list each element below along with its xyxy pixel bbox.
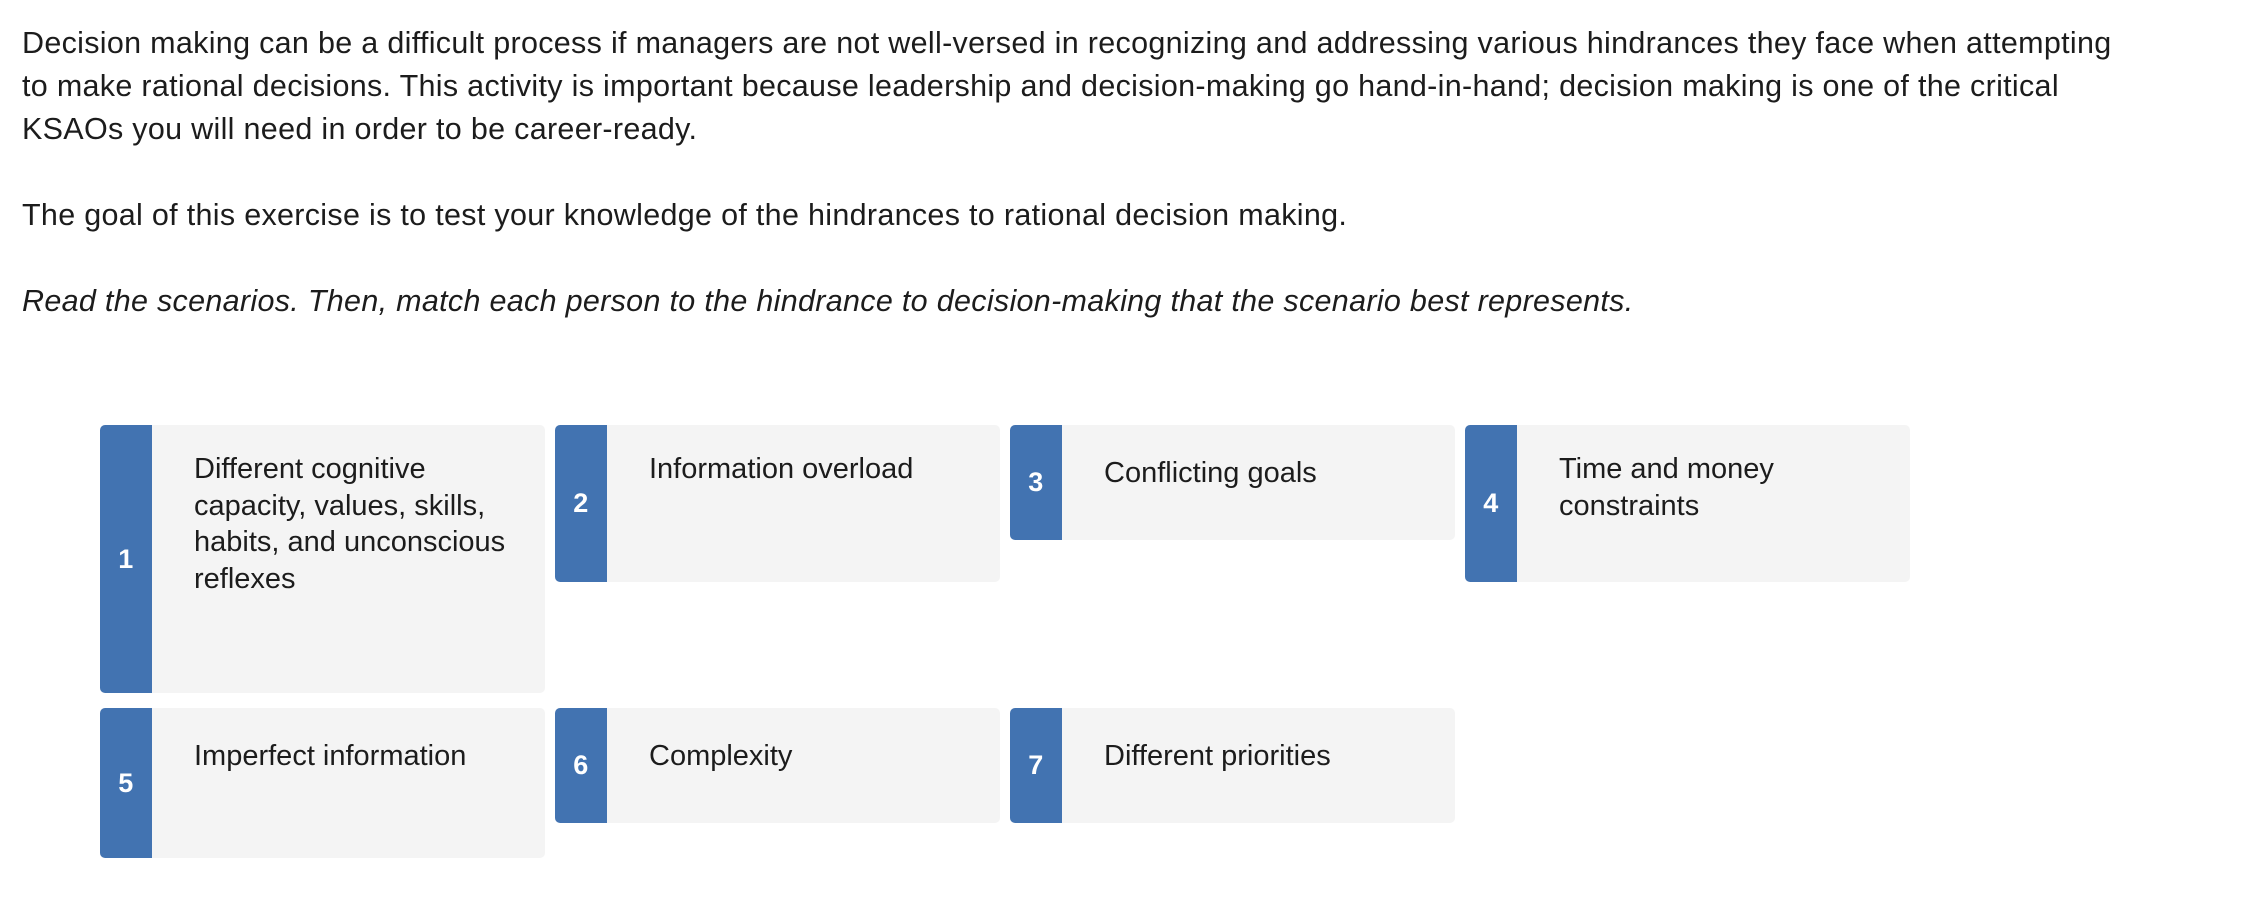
card-label-3: Conflicting goals: [1062, 425, 1455, 540]
hindrance-card-4[interactable]: 4 Time and money constraints: [1465, 425, 1910, 582]
card-number-badge-4: 4: [1465, 425, 1517, 582]
exercise-page: Decision making can be a difficult proce…: [0, 0, 2254, 902]
card-row-1: 1 Different cognitive capacity, values, …: [100, 425, 2140, 693]
card-label-1: Different cognitive capacity, values, sk…: [152, 425, 545, 693]
card-number-badge-7: 7: [1010, 708, 1062, 823]
card-label-4: Time and money constraints: [1517, 425, 1910, 582]
hindrance-card-6[interactable]: 6 Complexity: [555, 708, 1000, 823]
hindrance-card-1[interactable]: 1 Different cognitive capacity, values, …: [100, 425, 545, 693]
intro-paragraph-2: The goal of this exercise is to test you…: [22, 198, 1348, 232]
intro-text-block: Decision making can be a difficult proce…: [22, 22, 2232, 323]
hindrance-card-grid: 1 Different cognitive capacity, values, …: [100, 425, 2140, 858]
intro-instruction: Read the scenarios. Then, match each per…: [22, 284, 1634, 318]
hindrance-card-2[interactable]: 2 Information overload: [555, 425, 1000, 582]
card-number-badge-2: 2: [555, 425, 607, 582]
hindrance-card-7[interactable]: 7 Different priorities: [1010, 708, 1455, 823]
card-row-2: 5 Imperfect information 6 Complexity 7 D…: [100, 708, 2140, 858]
intro-paragraph-1: Decision making can be a difficult proce…: [22, 22, 2232, 151]
card-label-7: Different priorities: [1062, 708, 1455, 823]
intro-paragraph-1-line-1: Decision making can be a difficult proce…: [22, 26, 2112, 60]
card-number-badge-5: 5: [100, 708, 152, 858]
card-label-6: Complexity: [607, 708, 1000, 823]
hindrance-card-3[interactable]: 3 Conflicting goals: [1010, 425, 1455, 540]
card-label-2: Information overload: [607, 425, 1000, 582]
intro-paragraph-1-line-2: to make rational decisions. This activit…: [22, 69, 2059, 103]
intro-paragraph-1-line-3: KSAOs you will need in order to be caree…: [22, 112, 698, 146]
hindrance-card-5[interactable]: 5 Imperfect information: [100, 708, 545, 858]
card-number-badge-3: 3: [1010, 425, 1062, 540]
card-number-badge-1: 1: [100, 425, 152, 693]
card-number-badge-6: 6: [555, 708, 607, 823]
card-label-5: Imperfect information: [152, 708, 545, 858]
